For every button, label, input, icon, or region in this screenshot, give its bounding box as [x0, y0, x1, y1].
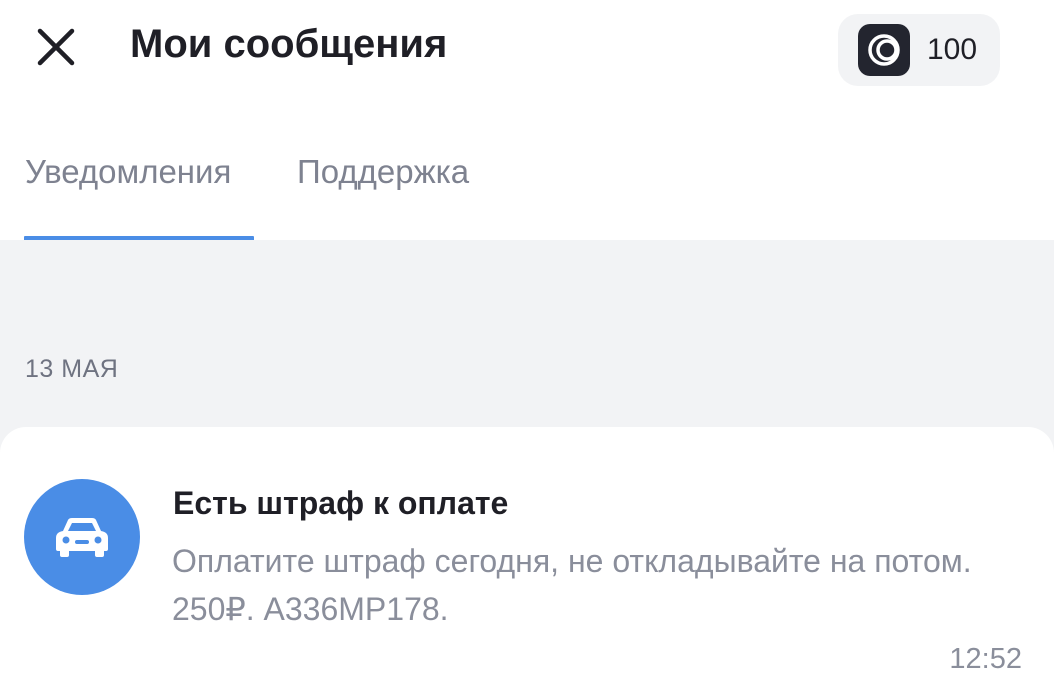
close-icon	[37, 28, 75, 66]
coins-value: 100	[927, 33, 978, 66]
notification-title: Есть штраф к оплате	[173, 485, 509, 521]
tab-bar: Уведомления Поддержка	[0, 130, 1054, 241]
car-icon	[24, 479, 140, 595]
coins-balance-button[interactable]: 100	[838, 14, 1000, 86]
notifications-feed: 13 МАЯ Есть штраф к оплате Оплатите штра…	[0, 240, 1054, 695]
page-title: Мои сообщения	[130, 22, 448, 66]
tab-notifications[interactable]: Уведомления	[25, 150, 231, 194]
notification-time: 12:52	[949, 643, 1022, 675]
close-button[interactable]	[30, 21, 82, 73]
header: Мои сообщения 100	[0, 0, 1054, 100]
coin-rings-icon	[858, 24, 910, 76]
date-separator: 13 МАЯ	[25, 355, 119, 383]
notification-card[interactable]: Есть штраф к оплате Оплатите штраф сегод…	[0, 427, 1054, 695]
notification-body: Оплатите штраф сегодня, не откладывайте …	[172, 543, 972, 627]
tab-support[interactable]: Поддержка	[297, 150, 469, 194]
messages-screen: Мои сообщения 100 Уведомления Поддержка …	[0, 0, 1054, 695]
